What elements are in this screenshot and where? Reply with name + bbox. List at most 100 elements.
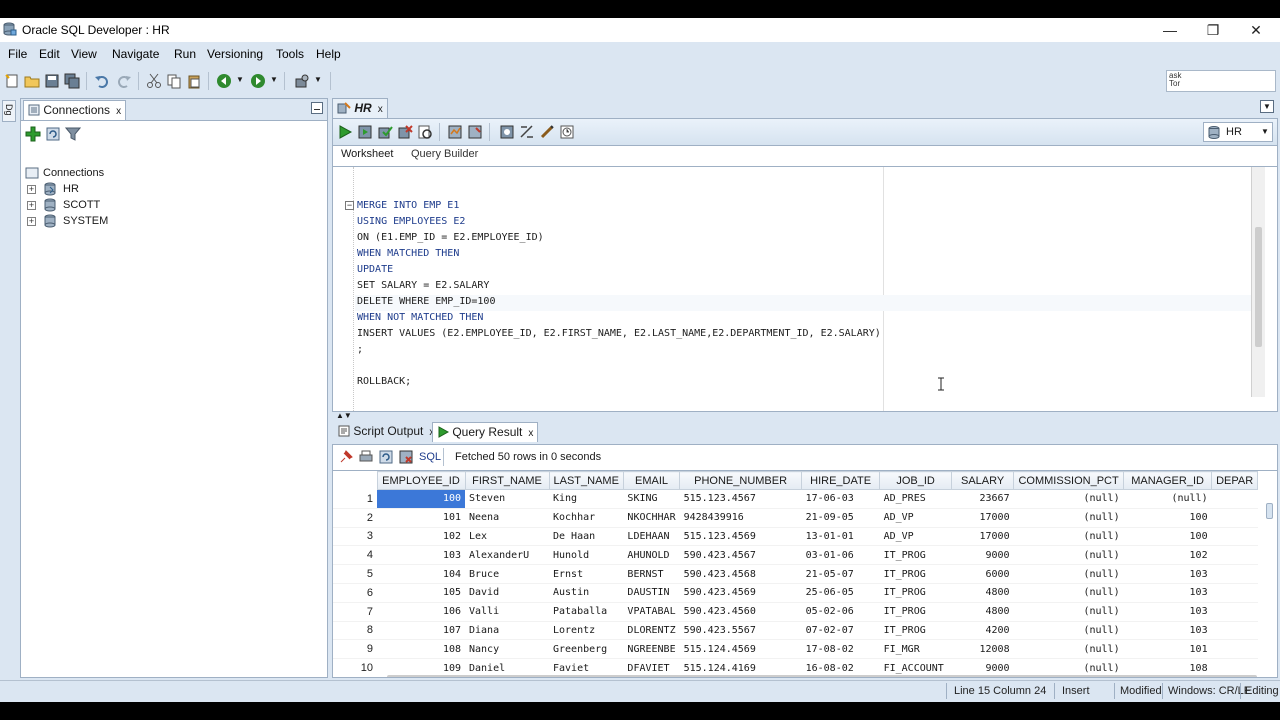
grid-cell[interactable]: 103 bbox=[377, 545, 465, 566]
menu-run[interactable]: Run bbox=[174, 47, 196, 61]
subtab-query-builder[interactable]: Query Builder bbox=[411, 148, 478, 160]
grid-cell[interactable]: 4200 bbox=[951, 621, 1014, 641]
forward-dropdown-icon[interactable]: ▼ bbox=[270, 75, 278, 84]
row-number[interactable]: 7 bbox=[333, 602, 377, 622]
run-statement-icon[interactable] bbox=[337, 124, 353, 140]
grid-cell[interactable]: 105 bbox=[377, 583, 465, 603]
grid-cell[interactable]: IT_PROG bbox=[879, 602, 952, 622]
grid-cell[interactable]: VPATABAL bbox=[623, 602, 680, 622]
fold-collapse-icon[interactable]: − bbox=[345, 201, 354, 210]
grid-cell[interactable]: David bbox=[465, 583, 549, 603]
tab-script-output[interactable]: Script Outputx bbox=[334, 422, 438, 442]
grid-cell[interactable]: 103 bbox=[1123, 602, 1212, 622]
grid-cell[interactable]: 23667 bbox=[951, 489, 1014, 509]
grid-cell[interactable]: 107 bbox=[377, 621, 465, 641]
grid-cell[interactable]: Nancy bbox=[465, 639, 549, 660]
menu-edit[interactable]: Edit bbox=[39, 47, 60, 61]
sql-link[interactable]: SQL bbox=[419, 451, 441, 463]
editor-vertical-scrollbar[interactable] bbox=[1251, 167, 1265, 397]
panel-minimize-button[interactable] bbox=[311, 102, 323, 114]
open-icon[interactable] bbox=[24, 73, 40, 89]
autotrace-icon[interactable] bbox=[447, 124, 463, 140]
grid-horizontal-scrollbar[interactable] bbox=[387, 675, 1257, 677]
save-icon[interactable] bbox=[44, 73, 60, 89]
rollback-icon[interactable] bbox=[397, 124, 413, 140]
connection-select[interactable]: HR ▼ bbox=[1203, 122, 1273, 142]
tab-connections[interactable]: Connections x bbox=[23, 100, 127, 120]
grid-cell[interactable]: 102 bbox=[1123, 545, 1212, 566]
grid-cell[interactable]: 106 bbox=[377, 602, 465, 622]
grid-cell[interactable]: 05-02-06 bbox=[801, 602, 880, 622]
history-icon[interactable] bbox=[559, 124, 575, 140]
grid-cell[interactable]: 101 bbox=[1123, 639, 1212, 660]
grid-cell[interactable]: 100 bbox=[377, 489, 465, 509]
column-header[interactable]: MANAGER_ID bbox=[1123, 471, 1213, 490]
side-tab[interactable]: Dg bbox=[2, 100, 16, 122]
tab-connections-close[interactable]: x bbox=[116, 106, 121, 117]
chevron-down-icon[interactable]: ▼ bbox=[1261, 127, 1269, 136]
restore-button[interactable]: ❐ bbox=[1193, 20, 1233, 40]
grid-cell[interactable]: 590.423.4567 bbox=[679, 545, 802, 566]
close-button[interactable]: ✕ bbox=[1236, 20, 1276, 40]
minimize-button[interactable]: — bbox=[1150, 20, 1190, 40]
tree-item-hr[interactable]: + HR bbox=[21, 181, 321, 197]
forward-icon[interactable] bbox=[250, 73, 266, 89]
grid-cell[interactable] bbox=[1211, 489, 1258, 509]
grid-cell[interactable]: Bruce bbox=[465, 564, 549, 584]
table-row[interactable]: 6 105 David Austin DAUSTIN 590.423.4569 25-06-… bbox=[333, 583, 1258, 603]
menu-help[interactable]: Help bbox=[316, 47, 341, 61]
tab-hr-worksheet[interactable]: HR x bbox=[332, 98, 388, 118]
tab-query-result-close[interactable]: x bbox=[528, 428, 533, 439]
add-connection-icon[interactable] bbox=[25, 126, 41, 142]
grid-cell[interactable]: AlexanderU bbox=[465, 545, 549, 566]
tab-list-dropdown-icon[interactable]: ▼ bbox=[1260, 100, 1274, 113]
paste-icon[interactable] bbox=[186, 73, 202, 89]
grid-cell[interactable]: LDEHAAN bbox=[623, 527, 680, 547]
table-row[interactable]: 3 102 Lex De Haan LDEHAAN 515.123.4569 13-01-0… bbox=[333, 527, 1258, 547]
grid-cell[interactable]: DLORENTZ bbox=[623, 621, 680, 641]
menu-versioning[interactable]: Versioning bbox=[207, 47, 263, 61]
row-number[interactable]: 2 bbox=[333, 508, 377, 528]
row-number[interactable]: 1 bbox=[333, 489, 377, 509]
grid-cell[interactable] bbox=[1211, 564, 1258, 584]
grid-cell[interactable]: 17-08-02 bbox=[801, 639, 880, 660]
tree-item-scott[interactable]: + SCOTT bbox=[21, 197, 321, 213]
grid-cell[interactable]: NGREENBE bbox=[623, 639, 680, 660]
explain-plan-icon[interactable] bbox=[417, 124, 433, 140]
grid-cell[interactable]: (null) bbox=[1013, 621, 1124, 641]
grid-cell[interactable]: 515.123.4567 bbox=[679, 489, 802, 509]
grid-cell[interactable] bbox=[1211, 602, 1258, 622]
back-icon[interactable] bbox=[216, 73, 232, 89]
grid-cell[interactable]: AHUNOLD bbox=[623, 545, 680, 566]
cancel-query-icon[interactable] bbox=[399, 450, 413, 464]
grid-cell[interactable]: (null) bbox=[1013, 527, 1124, 547]
table-row[interactable]: 4 103 AlexanderU Hunold AHUNOLD 590.423.4567 0… bbox=[333, 545, 1258, 566]
back-dropdown-icon[interactable]: ▼ bbox=[236, 75, 244, 84]
row-number[interactable]: 5 bbox=[333, 564, 377, 584]
grid-cell[interactable]: De Haan bbox=[549, 527, 624, 547]
table-row[interactable]: 8 107 Diana Lorentz DLORENTZ 590.423.5567 07-0… bbox=[333, 621, 1258, 641]
grid-cell[interactable]: 07-02-07 bbox=[801, 621, 880, 641]
grid-cell[interactable]: Lorentz bbox=[549, 621, 624, 641]
run-script-icon[interactable] bbox=[357, 124, 373, 140]
to-upper-lower-icon[interactable] bbox=[539, 124, 555, 140]
tree-root-connections[interactable]: Connections bbox=[21, 165, 321, 181]
migration-icon[interactable] bbox=[294, 73, 310, 89]
grid-cell[interactable]: (null) bbox=[1013, 508, 1124, 528]
tree-item-system[interactable]: + SYSTEM bbox=[21, 213, 321, 229]
grid-cell[interactable]: Lex bbox=[465, 527, 549, 547]
menu-tools[interactable]: Tools bbox=[276, 47, 304, 61]
grid-cell[interactable]: 9000 bbox=[951, 545, 1014, 566]
grid-cell[interactable]: Neena bbox=[465, 508, 549, 528]
grid-cell[interactable]: 12008 bbox=[951, 639, 1014, 660]
grid-cell[interactable]: 515.124.4569 bbox=[679, 639, 802, 660]
row-number[interactable]: 10 bbox=[333, 658, 377, 677]
scrollbar-thumb[interactable] bbox=[1255, 227, 1262, 347]
row-number[interactable]: 3 bbox=[333, 527, 377, 547]
column-header[interactable]: SALARY bbox=[951, 471, 1015, 490]
grid-cell[interactable]: 03-01-06 bbox=[801, 545, 880, 566]
filter-icon[interactable] bbox=[65, 126, 81, 142]
result-grid[interactable]: EMPLOYEE_ID FIRST_NAME LAST_NAME EMAIL P… bbox=[332, 470, 1278, 678]
expand-icon[interactable]: + bbox=[27, 185, 36, 194]
row-number[interactable]: 9 bbox=[333, 639, 377, 660]
